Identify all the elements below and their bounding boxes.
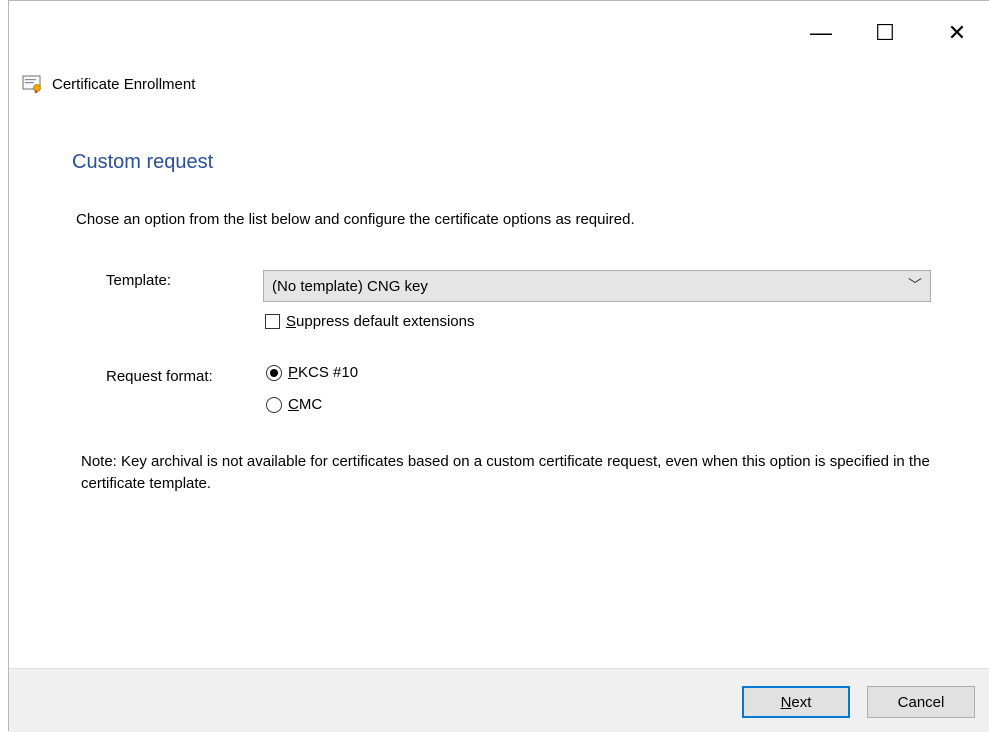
cmc-label: CMC: [288, 396, 323, 413]
next-button-label: Next: [780, 693, 812, 711]
window-title: Certificate Enrollment: [22, 72, 195, 96]
suppress-extensions-label: Suppress default extensions: [286, 313, 475, 330]
window-border-left: [8, 0, 9, 731]
pkcs10-radio[interactable]: [266, 364, 282, 381]
suppress-extensions-checkbox[interactable]: [265, 314, 280, 329]
template-dropdown[interactable]: (No template) CNG key ﹀: [263, 270, 931, 302]
cancel-button[interactable]: Cancel: [867, 686, 975, 718]
template-selected-value: (No template) CNG key: [272, 277, 428, 295]
request-format-label: Request format:: [106, 368, 213, 385]
next-button[interactable]: Next: [742, 686, 850, 718]
format-option-cmc[interactable]: CMC: [266, 396, 322, 413]
window-border-top: [8, 0, 989, 1]
chevron-down-icon: ﹀: [908, 277, 922, 293]
certificate-enrollment-window: — ☐ ✕ Certificate Enrollment Custom requ…: [0, 0, 989, 732]
pkcs10-label: PKCS #10: [288, 364, 359, 381]
minimize-button[interactable]: —: [798, 8, 844, 58]
minimize-icon: —: [810, 20, 832, 45]
template-label: Template:: [106, 272, 172, 289]
maximize-button[interactable]: ☐: [862, 8, 908, 58]
suppress-default-extensions-option[interactable]: Suppress default extensions: [265, 313, 474, 330]
page-heading: Custom request: [72, 151, 214, 173]
close-button[interactable]: ✕: [934, 8, 980, 58]
key-archival-note: Note: Key archival is not available for …: [81, 453, 930, 492]
maximize-icon: ☐: [875, 20, 895, 45]
instructions-text: Chose an option from the list below and …: [76, 211, 635, 228]
certificate-icon: [22, 75, 41, 94]
format-option-pkcs10[interactable]: PKCS #10: [266, 364, 358, 381]
cmc-radio[interactable]: [266, 396, 282, 413]
window-title-text: Certificate Enrollment: [52, 75, 196, 93]
close-icon: ✕: [947, 20, 967, 45]
